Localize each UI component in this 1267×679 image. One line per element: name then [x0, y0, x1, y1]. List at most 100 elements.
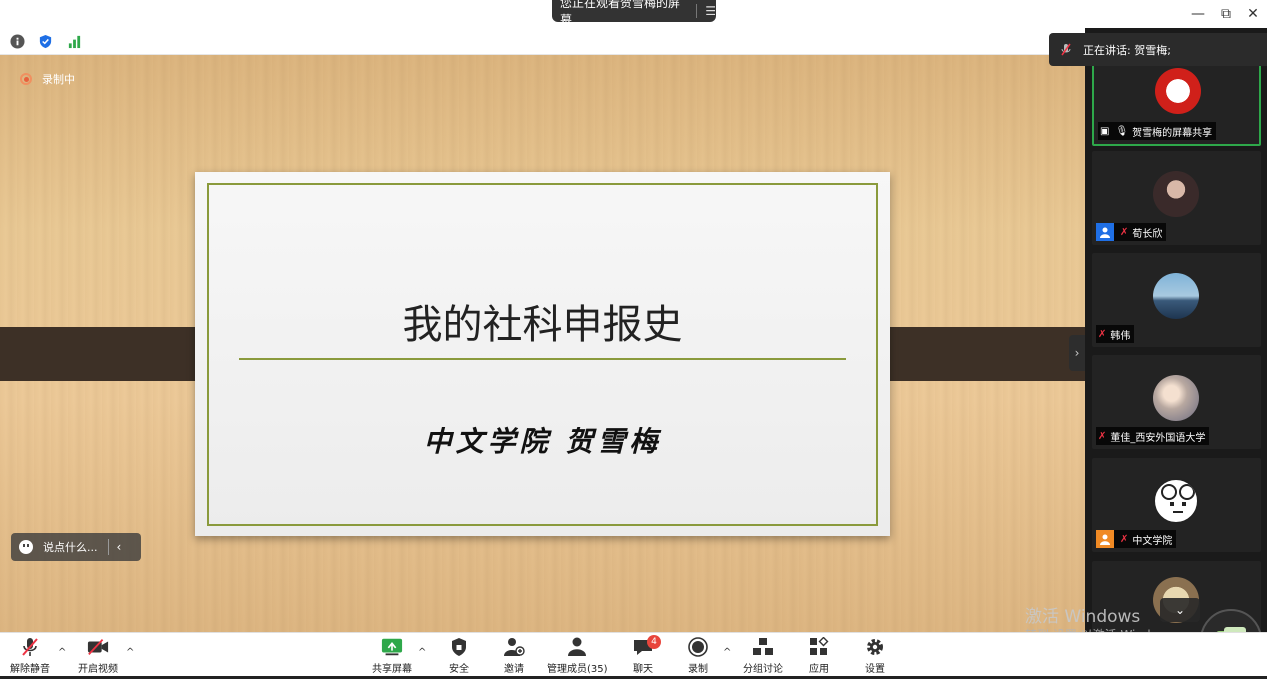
- active-speaker-bar: 正在讲话: 贺雪梅;: [1049, 33, 1267, 66]
- slide-divider: [239, 358, 846, 360]
- gear-icon: [864, 637, 886, 657]
- chat-unread-badge: 4: [647, 635, 661, 649]
- emoji-icon[interactable]: [19, 540, 33, 554]
- start-video-button[interactable]: 开启视频: [78, 637, 118, 675]
- participant-name: 董佳_西安外国语大学: [1110, 432, 1206, 444]
- mic-muted-icon: ✗: [1120, 533, 1129, 545]
- mic-muted-icon: ✗: [1120, 226, 1129, 238]
- participant-name: 中文学院: [1132, 535, 1173, 547]
- record-label: 录制: [688, 664, 708, 675]
- divider: [107, 539, 109, 555]
- restore-button[interactable]: ⧉: [1218, 6, 1234, 22]
- participant-tile[interactable]: ✗ 荀长欣: [1092, 151, 1261, 245]
- record-icon: [687, 637, 709, 657]
- participant-tile[interactable]: ✗ 韩伟: [1092, 253, 1261, 347]
- user-icon: [1096, 530, 1114, 548]
- share-options-chevron-icon[interactable]: ^: [418, 647, 426, 658]
- chat-placeholder[interactable]: 说点什么...: [43, 539, 98, 555]
- participant-name: 荀长欣: [1132, 228, 1163, 240]
- unmute-button[interactable]: 解除静音: [10, 637, 50, 675]
- slide-subtitle: 中文学院 贺雪梅: [423, 425, 662, 458]
- mic-muted-icon: [19, 637, 41, 657]
- signal-strength-icon[interactable]: [67, 34, 82, 49]
- chat-button[interactable]: 4 聊天: [632, 635, 661, 675]
- title-bar: 您正在观看贺雪梅的屏幕 ☰ — ⧉ ✕: [0, 0, 1267, 28]
- settings-label: 设置: [865, 664, 885, 675]
- participants-icon: [566, 637, 588, 657]
- panel-collapse-button[interactable]: ›: [1069, 335, 1085, 371]
- participant-label: ✗ 韩伟: [1096, 325, 1135, 343]
- security-button[interactable]: 安全: [448, 637, 470, 675]
- scroll-down-button[interactable]: ⌄: [1160, 598, 1200, 622]
- share-screen-icon: [381, 637, 403, 657]
- shield-icon: [448, 637, 470, 657]
- mic-muted-icon: ✗: [1098, 430, 1107, 442]
- avatar: [1153, 375, 1199, 421]
- breakout-rooms-label: 分组讨论: [743, 664, 783, 675]
- participant-tile[interactable]: ✗ 中文学院: [1092, 458, 1261, 552]
- video-options-chevron-icon[interactable]: ^: [126, 647, 134, 658]
- shared-screen-area: 录制中 我的社科申报史 中文学院 贺雪梅 说点什么... ‹ ›: [0, 55, 1085, 632]
- slide-band-left: [0, 327, 218, 381]
- divider: [696, 4, 698, 18]
- apps-label: 应用: [809, 664, 829, 675]
- recording-indicator: 录制中: [20, 71, 75, 87]
- minimize-button[interactable]: —: [1190, 6, 1206, 22]
- video-off-icon: [87, 637, 109, 657]
- unmute-label: 解除静音: [10, 664, 50, 675]
- manage-participants-button[interactable]: 管理成员(35): [547, 637, 608, 675]
- mic-muted-icon: [1061, 43, 1071, 55]
- close-button[interactable]: ✕: [1245, 6, 1261, 22]
- record-options-chevron-icon[interactable]: ^: [723, 647, 731, 658]
- apps-button[interactable]: 应用: [808, 637, 830, 675]
- slide-title: 我的社科申报史: [402, 302, 683, 348]
- meeting-toolbar: 解除静音 ^ 开启视频 ^ 共享屏幕 ^ 安全 邀请 管理成员(35) 4 聊天…: [0, 632, 1267, 679]
- presentation-slide: 我的社科申报史 中文学院 贺雪梅: [195, 172, 890, 536]
- apps-icon: [808, 637, 830, 657]
- chat-label: 聊天: [633, 664, 653, 675]
- mic-icon: 🎙: [1115, 125, 1129, 137]
- start-video-label: 开启视频: [78, 664, 118, 675]
- breakout-rooms-button[interactable]: 分组讨论: [743, 637, 783, 675]
- quick-chat-box[interactable]: 说点什么... ‹: [11, 533, 141, 561]
- shield-icon[interactable]: [38, 34, 53, 49]
- active-speaker-label: 正在讲话: 贺雪梅;: [1083, 43, 1171, 57]
- collapse-chevron-icon[interactable]: ‹: [117, 540, 122, 554]
- slide-frame: [207, 183, 878, 526]
- slide-band-right: [866, 327, 1085, 381]
- user-icon: [1096, 223, 1114, 241]
- participant-label: ✗ 荀长欣: [1096, 223, 1167, 241]
- screen-share-icon: ▣: [1100, 125, 1110, 137]
- audio-options-chevron-icon[interactable]: ^: [58, 647, 66, 658]
- manage-participants-label: 管理成员(35): [547, 664, 608, 675]
- participant-label: ✗ 中文学院: [1096, 530, 1177, 548]
- invite-label: 邀请: [504, 664, 524, 675]
- add-user-icon: [503, 637, 525, 657]
- avatar: [1153, 273, 1199, 319]
- share-screen-label: 共享屏幕: [372, 664, 412, 675]
- invite-button[interactable]: 邀请: [503, 637, 525, 675]
- participant-name: 贺雪梅的屏幕共享: [1132, 127, 1213, 139]
- avatar: [1155, 68, 1201, 114]
- participant-name: 韩伟: [1110, 330, 1131, 342]
- viewing-share-banner[interactable]: 您正在观看贺雪梅的屏幕 ☰: [552, 0, 716, 27]
- info-icon[interactable]: [10, 34, 25, 49]
- recording-dot-icon: [20, 73, 32, 85]
- menu-icon[interactable]: ☰: [705, 4, 716, 18]
- activation-watermark: 激活 Windows: [1025, 607, 1141, 627]
- mic-muted-icon: ✗: [1098, 328, 1107, 340]
- security-label: 安全: [449, 664, 469, 675]
- avatar: [1153, 478, 1199, 524]
- settings-button[interactable]: 设置: [864, 637, 886, 675]
- viewing-share-text: 您正在观看贺雪梅的屏幕: [560, 0, 681, 27]
- zoom-meeting-window: 您正在观看贺雪梅的屏幕 ☰ — ⧉ ✕ 录制中 我的社科申报史 中文学院 贺雪梅…: [0, 0, 1267, 679]
- recording-label: 录制中: [42, 73, 75, 86]
- record-button[interactable]: 录制: [687, 637, 709, 675]
- share-screen-button[interactable]: 共享屏幕: [372, 637, 412, 675]
- breakout-rooms-icon: [752, 637, 774, 657]
- avatar: [1153, 171, 1199, 217]
- participant-tile[interactable]: ✗ 董佳_西安外国语大学: [1092, 355, 1261, 449]
- participant-label: ✗ 董佳_西安外国语大学: [1096, 427, 1210, 445]
- participant-tile[interactable]: ▣ 🎙 贺雪梅的屏幕共享: [1092, 52, 1261, 146]
- participant-label: ▣ 🎙 贺雪梅的屏幕共享: [1098, 122, 1217, 140]
